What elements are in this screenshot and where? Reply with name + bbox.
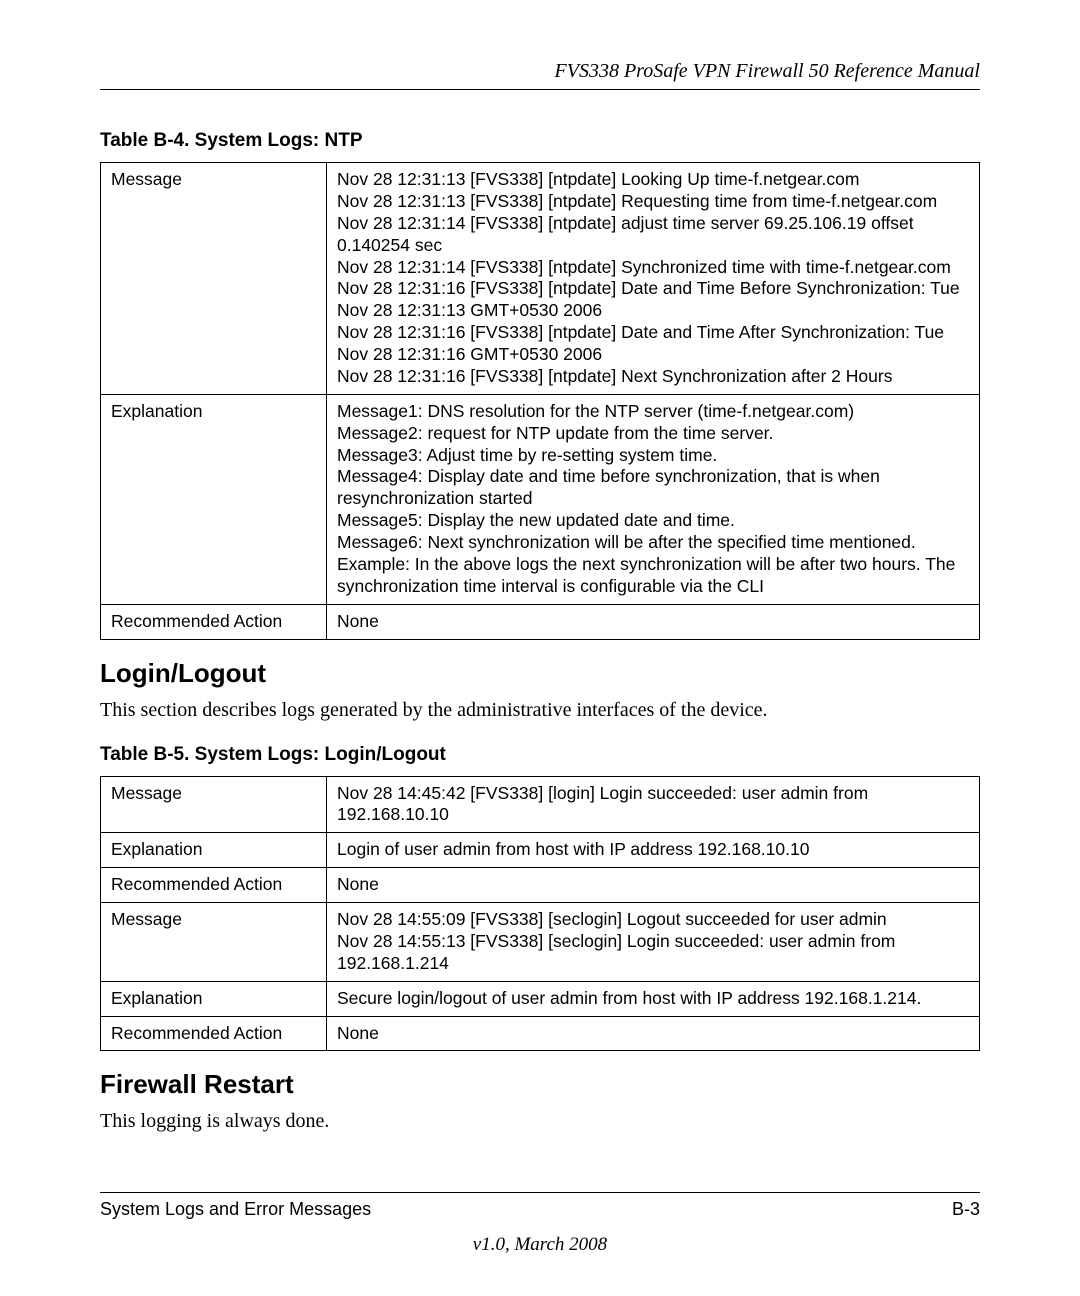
cell-value: Nov 28 14:55:09 [FVS338] [seclogin] Logo… [327, 903, 980, 982]
cell-label: Recommended Action [101, 868, 327, 903]
paragraph-firewall-intro: This logging is always done. [100, 1110, 980, 1133]
cell-label: Message [101, 163, 327, 395]
footer-version: v1.0, March 2008 [100, 1234, 980, 1256]
cell-value: None [327, 1016, 980, 1051]
cell-value: Nov 28 12:31:13 [FVS338] [ntpdate] Looki… [327, 163, 980, 395]
table-row: Explanation Message1: DNS resolution for… [101, 394, 980, 604]
paragraph-login-intro: This section describes logs generated by… [100, 699, 980, 722]
cell-value: Message1: DNS resolution for the NTP ser… [327, 394, 980, 604]
cell-label: Explanation [101, 981, 327, 1016]
cell-value: None [327, 868, 980, 903]
table-row: Message Nov 28 12:31:13 [FVS338] [ntpdat… [101, 163, 980, 395]
running-header: FVS338 ProSafe VPN Firewall 50 Reference… [100, 60, 980, 90]
cell-value: Nov 28 14:45:42 [FVS338] [login] Login s… [327, 776, 980, 833]
table-b5: Message Nov 28 14:45:42 [FVS338] [login]… [100, 776, 980, 1052]
cell-label: Recommended Action [101, 1016, 327, 1051]
table-b4: Message Nov 28 12:31:13 [FVS338] [ntpdat… [100, 162, 980, 640]
page: FVS338 ProSafe VPN Firewall 50 Reference… [0, 0, 1080, 1296]
table-b4-caption: Table B-4. System Logs: NTP [100, 130, 980, 152]
cell-label: Explanation [101, 833, 327, 868]
cell-value: None [327, 604, 980, 639]
footer-section-title: System Logs and Error Messages [100, 1199, 371, 1220]
table-row: Explanation Secure login/logout of user … [101, 981, 980, 1016]
heading-login-logout: Login/Logout [100, 658, 980, 689]
table-row: Message Nov 28 14:45:42 [FVS338] [login]… [101, 776, 980, 833]
cell-value: Login of user admin from host with IP ad… [327, 833, 980, 868]
cell-label: Explanation [101, 394, 327, 604]
page-footer: System Logs and Error Messages B-3 v1.0,… [100, 1192, 980, 1256]
footer-page-number: B-3 [952, 1199, 980, 1220]
cell-label: Message [101, 903, 327, 982]
heading-firewall-restart: Firewall Restart [100, 1069, 980, 1100]
footer-top-row: System Logs and Error Messages B-3 [100, 1192, 980, 1220]
cell-label: Message [101, 776, 327, 833]
cell-label: Recommended Action [101, 604, 327, 639]
cell-value: Secure login/logout of user admin from h… [327, 981, 980, 1016]
table-row: Message Nov 28 14:55:09 [FVS338] [seclog… [101, 903, 980, 982]
table-row: Explanation Login of user admin from hos… [101, 833, 980, 868]
table-row: Recommended Action None [101, 1016, 980, 1051]
table-b5-caption: Table B-5. System Logs: Login/Logout [100, 744, 980, 766]
table-row: Recommended Action None [101, 868, 980, 903]
table-row: Recommended Action None [101, 604, 980, 639]
